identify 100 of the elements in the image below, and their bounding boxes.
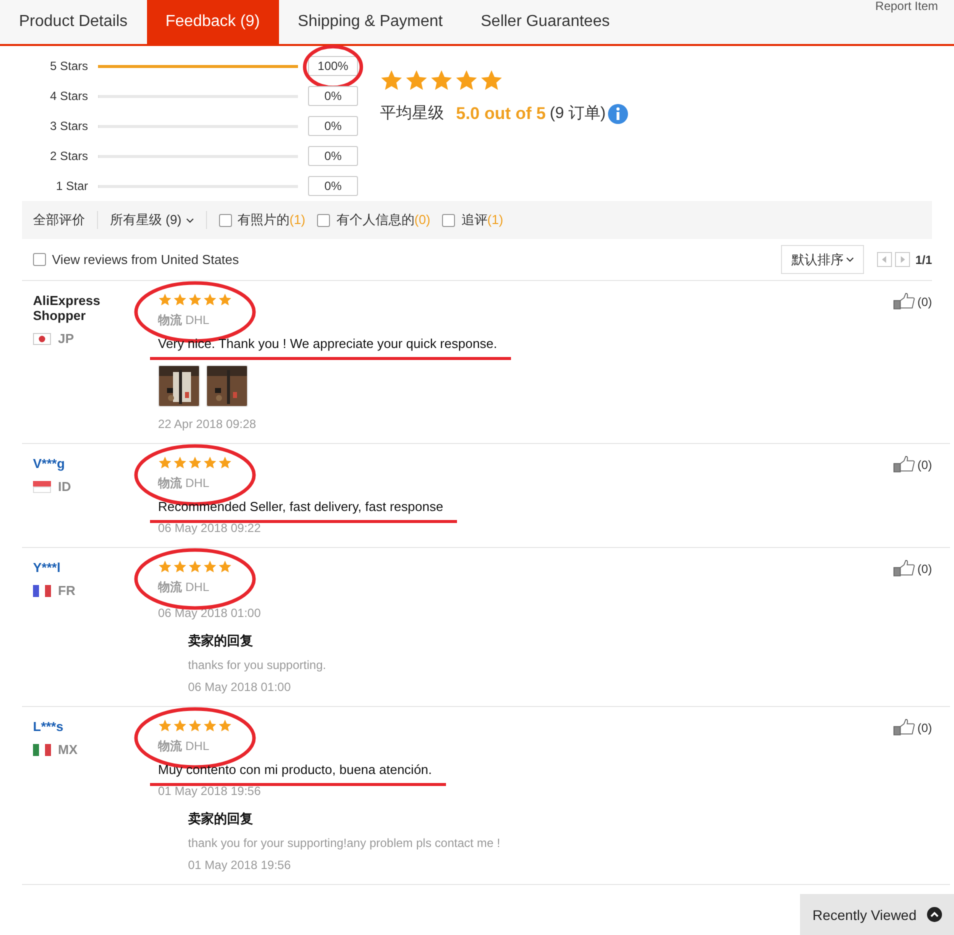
rating-label: 3 Stars [48,119,88,133]
star-icon [203,456,217,469]
flag-icon [33,332,51,344]
star-icon [218,719,232,732]
reply-date: 06 May 2018 01:00 [188,680,292,694]
percent-box: 0% [308,176,358,196]
star-icon [218,456,232,469]
all-reviews-label[interactable]: 全部评价 [33,211,98,229]
like-button[interactable]: (0) [893,560,932,577]
review-date: 22 Apr 2018 09:28 [158,417,256,431]
country-code: MX [58,742,78,757]
country-filter-label[interactable]: View reviews from United States [52,252,239,267]
caret-icon [186,218,194,222]
star-icon [218,293,232,306]
logistics-value: DHL [185,476,210,490]
seller-reply-title: 卖家的回复 [188,632,254,650]
percent-box: 0% [308,146,358,166]
reviewer-name[interactable]: V***g [33,456,113,471]
tab[interactable]: Seller Guarantees [462,0,629,44]
thumbs-up-icon [893,456,916,473]
review-date: 06 May 2018 01:00 [158,606,261,620]
star-icon [188,293,202,306]
star-icon [173,456,187,469]
tab[interactable]: Feedback (9) [146,0,279,44]
percent-box: 0% [308,116,358,136]
star-icon [380,69,403,91]
previous-page-button[interactable] [877,252,892,267]
report-item-link[interactable]: Report Item [875,0,938,13]
checkbox[interactable] [33,253,46,266]
star-icon [173,560,187,573]
star-icon [158,293,172,306]
star-icon [158,719,172,732]
seller-reply-text: thank you for your supporting!any problem pls contact me ! [188,836,500,850]
average-score: 5.0 out of 5 [456,104,546,124]
tab[interactable]: Shipping & Payment [278,0,462,44]
logistics-label: 物流 [158,476,182,490]
review-date: 06 May 2018 09:22 [158,521,261,535]
star-icon [203,293,217,306]
thumbs-up-icon [893,719,916,736]
right-arrow-icon [900,256,906,263]
country-code: JP [58,331,74,346]
star-icon [430,69,453,91]
star-icon [480,69,503,91]
logistics-label: 物流 [158,313,182,327]
star-icon [188,560,202,573]
thumbs-up-icon [893,560,916,577]
star-icon [173,293,187,306]
reviewer-name[interactable]: Y***l [33,560,113,575]
checkbox[interactable] [442,214,456,226]
logistics-label: 物流 [158,580,182,594]
star-icon [158,456,172,469]
country-code: ID [58,479,71,494]
like-button[interactable]: (0) [893,456,932,473]
thumbs-up-icon [893,293,916,310]
star-icon [203,719,217,732]
star-icon [188,719,202,732]
star-icon [188,456,202,469]
chevron-up-icon [926,907,942,922]
logistics-value: DHL [185,313,210,327]
like-button[interactable]: (0) [893,293,932,310]
reviewer-name[interactable]: L***s [33,719,113,734]
seller-reply-title: 卖家的回复 [188,810,254,828]
percent-box: 100% [308,56,358,76]
logistics-value: DHL [185,739,210,753]
star-filter-dropdown[interactable]: 所有星级 (9) [110,211,206,229]
star-icon [158,560,172,573]
left-arrow-icon [882,256,888,263]
percent-box: 0% [308,86,358,106]
caret-icon [846,257,854,262]
country-code: FR [58,583,76,598]
star-icon [405,69,428,91]
reviewer-name: AliExpress Shopper [33,293,102,323]
star-icon [203,560,217,573]
checkbox[interactable] [317,214,330,226]
logistics-label: 物流 [158,739,182,753]
average-label: 平均星级 [380,104,444,124]
order-count: (9 订单) [550,104,606,124]
checkbox[interactable] [218,214,232,226]
rating-label: 2 Stars [48,149,88,163]
sort-dropdown[interactable]: 默认排序 [781,245,864,274]
recently-viewed-button[interactable]: Recently Viewed [800,894,954,935]
rating-label: 5 Stars [48,59,88,73]
star-icon [455,69,478,91]
tab[interactable]: Product Details [0,0,146,44]
next-page-button[interactable] [895,252,910,267]
review-date: 01 May 2018 19:56 [158,784,261,798]
star-icon [173,719,187,732]
flag-icon [33,584,51,596]
star-icon [218,560,232,573]
like-button[interactable]: (0) [893,719,932,736]
filter-label[interactable]: 有个人信息的(0) [336,211,430,229]
info-icon[interactable] [608,104,628,124]
filter-label[interactable]: 有照片的(1) [238,211,306,229]
reply-date: 01 May 2018 19:56 [188,858,292,872]
review-text: Recommended Seller, fast delivery, fast response [158,499,444,514]
page-indicator: 1/1 [915,252,932,266]
flag-icon [33,744,51,756]
flag-icon [33,480,51,492]
rating-label: 1 Star [54,179,88,193]
filter-label[interactable]: 追评(1) [461,211,504,229]
